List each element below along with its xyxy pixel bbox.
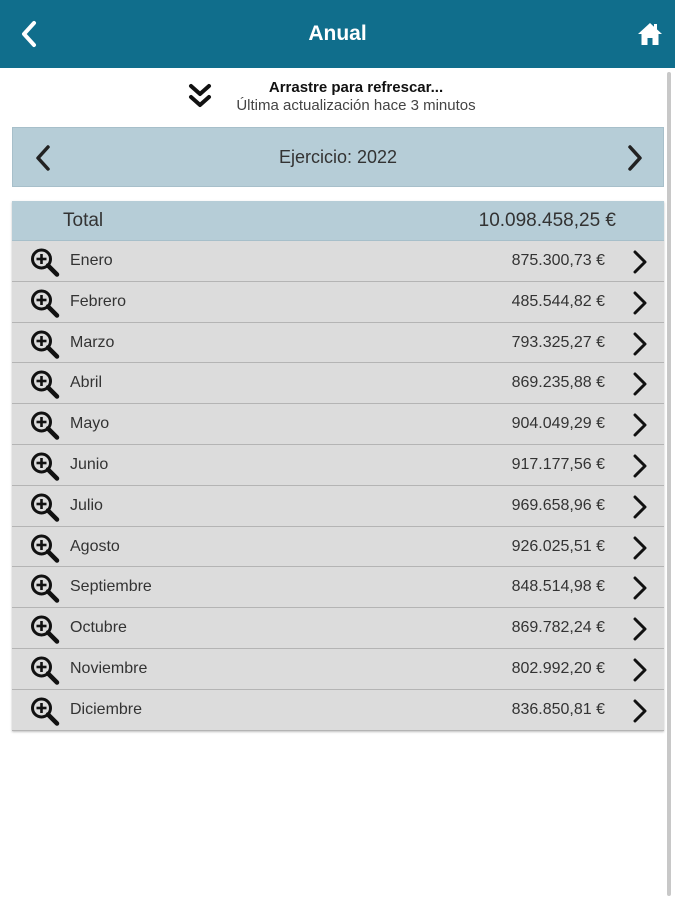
chevron-right-icon[interactable] [630, 452, 650, 480]
chevron-right-icon[interactable] [630, 656, 650, 684]
month-name: Enero [70, 252, 113, 269]
zoom-in-icon[interactable] [29, 369, 61, 400]
next-year-button[interactable] [623, 142, 647, 174]
total-row: Total 10.098.458,25 € [12, 201, 664, 241]
month-amount: 793.325,27 € [511, 333, 605, 351]
month-name: Agosto [70, 537, 120, 555]
month-amount: 917.177,56 € [511, 455, 605, 473]
home-button[interactable] [635, 18, 665, 50]
app-header: Anual [0, 0, 675, 68]
month-row-agosto[interactable]: Agosto 926.025,51 € [12, 526, 664, 568]
chevron-right-icon[interactable] [630, 330, 650, 358]
zoom-in-icon[interactable] [29, 329, 61, 359]
month-row-noviembre[interactable]: Noviembre 802.992,20 € [12, 648, 664, 690]
month-name: Julio [70, 496, 103, 514]
page-title: Anual [308, 22, 367, 45]
chevron-right-icon[interactable] [630, 615, 650, 643]
chevron-right-icon[interactable] [630, 534, 650, 562]
refresh-title: Arrastre para refrescar... [268, 79, 444, 96]
month-row-enero[interactable]: Enero 875.300,73 € [12, 241, 664, 282]
month-amount: 802.992,20 € [511, 659, 605, 677]
zoom-in-icon[interactable] [29, 451, 61, 481]
month-amount: 904.049,29 € [511, 415, 605, 433]
chevron-right-icon[interactable] [630, 493, 650, 521]
zoom-in-icon[interactable] [29, 696, 61, 726]
month-amount: 875.300,73 € [511, 252, 605, 269]
month-name: Abril [70, 374, 103, 392]
month-name: Octubre [70, 619, 127, 637]
zoom-in-icon[interactable] [29, 410, 61, 440]
month-row-septiembre[interactable]: Septiembre 848.514,98 € [12, 567, 664, 609]
chevron-right-icon[interactable] [630, 289, 650, 317]
month-amount: 969.658,96 € [511, 496, 605, 514]
month-name: Febrero [70, 292, 127, 310]
previous-year-button[interactable] [31, 142, 55, 174]
chevron-right-icon[interactable] [630, 248, 650, 276]
chevron-left-icon [36, 145, 50, 171]
month-row-abril[interactable]: Abril 869.235,88 € [12, 363, 664, 405]
chevron-right-icon[interactable] [630, 697, 650, 725]
scrollbar[interactable] [667, 72, 671, 896]
month-amount: 836.850,81 € [511, 700, 605, 718]
month-row-julio[interactable]: Julio 969.658,96 € [12, 485, 664, 527]
month-row-mayo[interactable]: Mayo 904.049,29 € [12, 404, 664, 445]
total-label: Total [63, 210, 104, 231]
last-update-text: Última actualización hace 3 minutos [236, 97, 476, 114]
month-amount: 869.782,24 € [511, 619, 605, 637]
month-amount: 869.235,88 € [511, 374, 605, 392]
chevron-right-icon[interactable] [630, 411, 650, 439]
total-value: 10.098.458,25 € [478, 210, 616, 231]
month-amount: 485.544,82 € [511, 292, 605, 310]
fiscal-year-label: Ejercicio: 2022 [278, 146, 398, 167]
chevron-right-icon [628, 145, 642, 171]
month-row-diciembre[interactable]: Diciembre 836.850,81 € [12, 689, 664, 731]
monthly-table: Total 10.098.458,25 € Enero 875.300,73 €… [12, 201, 664, 731]
zoom-in-icon[interactable] [29, 533, 61, 563]
month-amount: 926.025,51 € [511, 537, 605, 555]
month-name: Septiembre [70, 578, 152, 596]
zoom-in-icon[interactable] [29, 247, 61, 277]
month-name: Mayo [70, 415, 110, 433]
month-name: Junio [70, 455, 109, 473]
month-row-junio[interactable]: Junio 917.177,56 € [12, 444, 664, 486]
month-amount: 848.514,98 € [511, 578, 605, 596]
zoom-in-icon[interactable] [29, 573, 61, 604]
month-name: Noviembre [70, 659, 148, 677]
month-name: Marzo [70, 333, 115, 351]
chevron-right-icon[interactable] [630, 370, 650, 398]
pull-to-refresh[interactable]: Arrastre para refrescar... Última actual… [0, 78, 675, 118]
zoom-in-icon[interactable] [29, 492, 61, 522]
home-icon [638, 23, 662, 45]
month-row-febrero[interactable]: Febrero 485.544,82 € [12, 281, 664, 323]
chevron-right-icon[interactable] [630, 574, 650, 602]
month-name: Diciembre [70, 700, 143, 718]
year-selector: Ejercicio: 2022 [12, 127, 664, 187]
zoom-in-icon[interactable] [29, 288, 61, 318]
zoom-in-icon[interactable] [29, 655, 61, 685]
month-row-marzo[interactable]: Marzo 793.325,27 € [12, 322, 664, 364]
zoom-in-icon[interactable] [29, 614, 61, 644]
back-button[interactable] [14, 17, 44, 51]
month-row-octubre[interactable]: Octubre 869.782,24 € [12, 608, 664, 649]
chevron-left-icon [22, 21, 36, 47]
